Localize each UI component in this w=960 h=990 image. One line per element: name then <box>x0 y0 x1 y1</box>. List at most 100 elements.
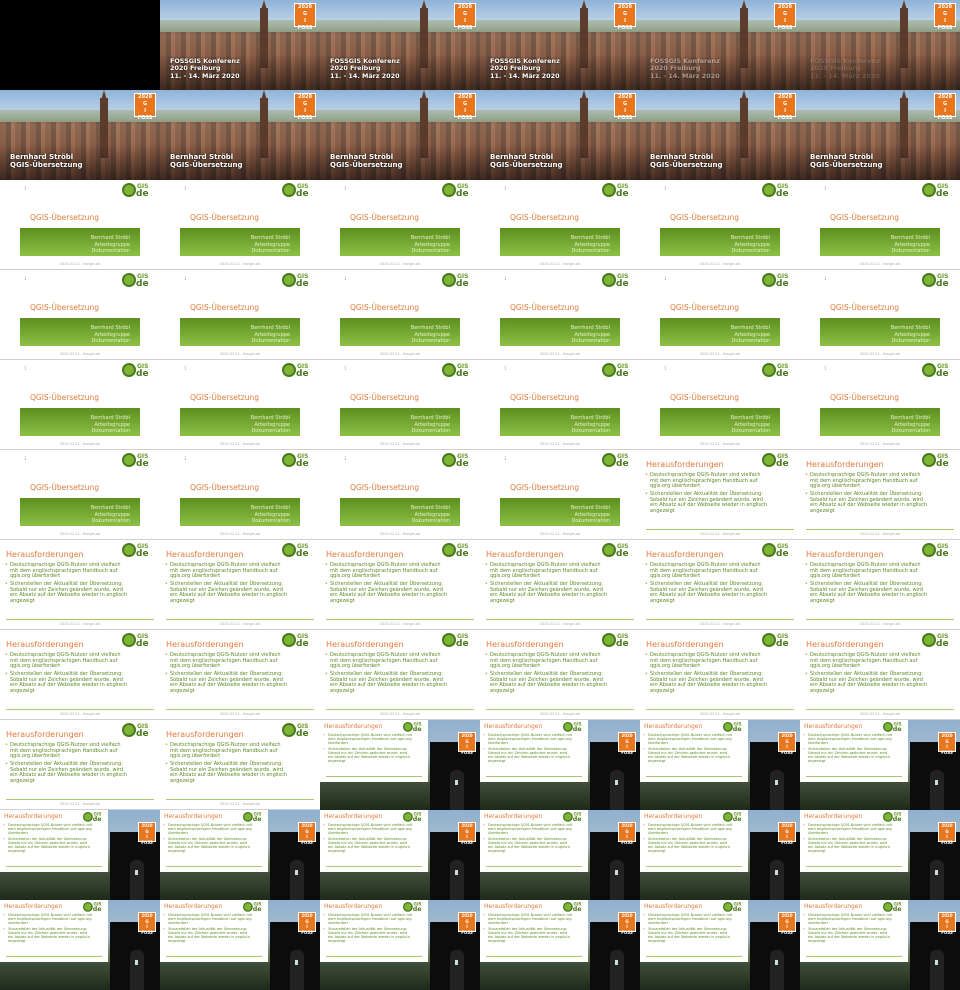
title-band-line: Dokumentation <box>91 338 130 344</box>
video-frame-thumbnail[interactable]: 1 GIS de QGIS-Übersetzung Bernhard Ströbl Arb… <box>800 360 960 450</box>
title-band: Bernhard Ströbl Arbeitsgruppe Dokumentatio… <box>180 498 300 526</box>
fossgis-logo-icon: 2020 G I FOSS <box>458 912 476 935</box>
video-frame-thumbnail[interactable]: 1 GIS de QGIS-Übersetzung Bernhard Ströbl Arb… <box>160 450 320 540</box>
video-frame-thumbnail[interactable]: 2020 G I FOSS FOSSGIS Konferenz 2020 Freiburg… <box>160 0 320 90</box>
logo-de-text: de <box>136 459 149 469</box>
video-frame-thumbnail[interactable]: HerausforderungenGISdeDeutschsprachige Q… <box>320 900 480 990</box>
video-frame-thumbnail[interactable]: HerausforderungenGISdeDeutschsprachige Q… <box>480 900 640 990</box>
video-frame-thumbnail[interactable]: HerausforderungenGISdeDeutschsprachige Q… <box>640 450 800 540</box>
video-frame-thumbnail[interactable]: 1 GIS de QGIS-Übersetzung Bernhard Ströbl Arb… <box>0 450 160 540</box>
slide-divider <box>646 529 794 530</box>
video-frame-thumbnail[interactable]: 1 GIS de QGIS-Übersetzung Bernhard Ströbl Arb… <box>0 360 160 450</box>
video-frame-thumbnail[interactable]: 1 GIS de QGIS-Übersetzung Bernhard Ströbl Arb… <box>800 270 960 360</box>
qgis-de-logo-icon: GIS de <box>282 363 312 381</box>
video-frame-thumbnail[interactable]: HerausforderungenGISdeDeutschsprachige Q… <box>160 630 320 720</box>
qgis-q-icon <box>922 633 936 647</box>
speaker-figure <box>770 770 784 810</box>
video-thumbnail-grid: 2020 G I FOSS FOSSGIS Konferenz 2020 Freiburg… <box>0 0 960 990</box>
video-frame-thumbnail[interactable]: 2020 G I FOSS FOSSGIS Konferenz 2020 Freiburg… <box>480 0 640 90</box>
video-frame-thumbnail[interactable]: 2020 G I FOSS FOSSGIS Konferenz 2020 Freiburg… <box>320 0 480 90</box>
video-frame-thumbnail[interactable]: 1 GIS de QGIS-Übersetzung Bernhard Ströbl Arb… <box>800 180 960 270</box>
video-frame-thumbnail[interactable]: HerausforderungenGISdeDeutschsprachige Q… <box>0 900 160 990</box>
fossgis-logo-icon: 2020 G I FOSS <box>934 93 956 121</box>
speaker-figure <box>610 770 624 810</box>
video-frame-thumbnail[interactable]: HerausforderungenGISdeDeutschsprachige Q… <box>480 540 640 630</box>
slide-title: QGIS-Übersetzung <box>190 213 260 222</box>
video-frame-thumbnail[interactable]: HerausforderungenGISdeDeutschsprachige Q… <box>800 720 960 810</box>
title-band-line: Bernhard Ströbl <box>250 325 290 331</box>
video-frame-thumbnail[interactable]: HerausforderungenGISdeDeutschsprachige Q… <box>640 540 800 630</box>
video-frame-thumbnail[interactable]: HerausforderungenGISdeDeutschsprachige Q… <box>160 810 320 900</box>
qgis-q-icon <box>122 723 136 737</box>
video-frame-thumbnail[interactable]: 1 GIS de QGIS-Übersetzung Bernhard Ströbl Arb… <box>320 360 480 450</box>
video-frame-thumbnail[interactable]: 1 GIS de QGIS-Übersetzung Bernhard Ströbl Arb… <box>640 360 800 450</box>
video-frame-thumbnail[interactable]: HerausforderungenGISdeDeutschsprachige Q… <box>480 810 640 900</box>
video-frame-thumbnail[interactable]: 2020 G I FOSS Bernhard Ströbl QGIS-Übersetzun… <box>640 90 800 180</box>
logo-de-text: de <box>732 816 742 824</box>
name-badge <box>775 870 778 875</box>
video-frame-thumbnail[interactable]: HerausforderungenGISdeDeutschsprachige Q… <box>800 450 960 540</box>
video-frame-thumbnail[interactable]: 2020 G I FOSS Bernhard Ströbl QGIS-Übersetzun… <box>0 90 160 180</box>
video-frame-thumbnail[interactable]: HerausforderungenGISdeDeutschsprachige Q… <box>800 810 960 900</box>
audience-area <box>0 962 110 990</box>
video-frame-thumbnail[interactable]: 2020 G I FOSS Bernhard Ströbl QGIS-Übersetzun… <box>800 90 960 180</box>
video-frame-thumbnail[interactable]: 1 GIS de QGIS-Übersetzung Bernhard Ströbl Arb… <box>160 360 320 450</box>
slide-divider <box>6 799 154 800</box>
video-frame-thumbnail[interactable]: HerausforderungenGISdeDeutschsprachige Q… <box>320 810 480 900</box>
qgis-de-logo-icon: GIS de <box>282 273 312 291</box>
video-frame-thumbnail[interactable]: HerausforderungenGISdeDeutschsprachige Q… <box>640 720 800 810</box>
logo-de-text: de <box>136 189 149 199</box>
qgis-de-logo-icon: GIS de <box>122 273 152 291</box>
video-frame-thumbnail[interactable]: HerausforderungenGISdeDeutschsprachige Q… <box>0 630 160 720</box>
video-frame-thumbnail[interactable]: HerausforderungenGISdeDeutschsprachige Q… <box>800 900 960 990</box>
video-frame-thumbnail[interactable]: 2020 G I FOSS FOSSGIS Konferenz 2020 Freiburg… <box>640 0 800 90</box>
video-frame-thumbnail[interactable]: HerausforderungenGISdeDeutschsprachige Q… <box>800 630 960 720</box>
video-frame-thumbnail[interactable]: HerausforderungenGISdeDeutschsprachige Q… <box>320 540 480 630</box>
video-frame-thumbnail[interactable]: 1 GIS de QGIS-Übersetzung Bernhard Ströbl Arb… <box>320 450 480 540</box>
video-frame-thumbnail[interactable]: 2020 G I FOSS Bernhard Ströbl QGIS-Übersetzun… <box>480 90 640 180</box>
slide-number: 1 <box>824 366 827 371</box>
video-frame-thumbnail[interactable]: HerausforderungenGISdeDeutschsprachige Q… <box>320 720 480 810</box>
speaker-figure <box>610 950 624 990</box>
video-frame-thumbnail[interactable]: HerausforderungenGISdeDeutschsprachige Q… <box>160 540 320 630</box>
video-frame-thumbnail[interactable]: 2020 G I FOSS FOSSGIS Konferenz 2020 Freiburg… <box>800 0 960 90</box>
video-frame-thumbnail[interactable]: 2020 G I FOSS Bernhard Ströbl QGIS-Übersetzun… <box>320 90 480 180</box>
video-frame-thumbnail[interactable]: HerausforderungenGISdeDeutschsprachige Q… <box>800 540 960 630</box>
speaker-figure <box>770 860 784 900</box>
video-frame-thumbnail[interactable]: 1 GIS de QGIS-Übersetzung Bernhard Ströbl Arb… <box>160 180 320 270</box>
video-frame-thumbnail[interactable]: 1 GIS de QGIS-Übersetzung Bernhard Ströbl Arb… <box>0 270 160 360</box>
video-frame-thumbnail[interactable]: 1 GIS de QGIS-Übersetzung Bernhard Ströbl Arb… <box>480 450 640 540</box>
video-frame-thumbnail[interactable]: 1 GIS de QGIS-Übersetzung Bernhard Ströbl Arb… <box>160 270 320 360</box>
title-band-line: Bernhard Ströbl <box>890 235 930 241</box>
video-frame-thumbnail[interactable]: 1 GIS de QGIS-Übersetzung Bernhard Ströbl Arb… <box>640 180 800 270</box>
video-frame-thumbnail[interactable]: HerausforderungenGISdeDeutschsprachige Q… <box>480 720 640 810</box>
video-frame-thumbnail[interactable]: 1 GIS de QGIS-Übersetzung Bernhard Ströbl Arb… <box>480 270 640 360</box>
title-band: Bernhard Ströbl Arbeitsgruppe Dokumentatio… <box>180 228 300 256</box>
video-frame-thumbnail[interactable]: 1 GIS de QGIS-Übersetzung Bernhard Ströbl Arb… <box>0 180 160 270</box>
video-frame-thumbnail[interactable]: 1 GIS de QGIS-Übersetzung Bernhard Ströbl Arb… <box>320 180 480 270</box>
bullet-text: Sicherstellen der Aktualität der Überset… <box>165 671 290 694</box>
video-frame-thumbnail[interactable]: HerausforderungenGISdeDeutschsprachige Q… <box>640 810 800 900</box>
title-band: Bernhard Ströbl Arbeitsgruppe Dokumentatio… <box>20 318 140 346</box>
video-frame-thumbnail[interactable]: 1 GIS de QGIS-Übersetzung Bernhard Ströbl Arb… <box>480 360 640 450</box>
bullet-text: Sicherstellen der Aktualität der Überset… <box>485 581 610 604</box>
slide-heading: Herausforderungen <box>806 640 884 649</box>
video-frame-thumbnail[interactable]: HerausforderungenGISdeDeutschsprachige Q… <box>0 720 160 810</box>
video-frame-thumbnail[interactable]: 1 GIS de QGIS-Übersetzung Bernhard Ströbl Arb… <box>640 270 800 360</box>
qgis-de-logo-icon: GIS de <box>762 273 792 291</box>
video-frame-thumbnail[interactable]: 1 GIS de QGIS-Übersetzung Bernhard Ströbl Arb… <box>480 180 640 270</box>
video-frame-thumbnail[interactable]: HerausforderungenGISdeDeutschsprachige Q… <box>640 900 800 990</box>
video-frame-thumbnail[interactable]: HerausforderungenGISdeDeutschsprachige Q… <box>0 810 160 900</box>
video-frame-thumbnail[interactable]: HerausforderungenGISdeDeutschsprachige Q… <box>640 630 800 720</box>
video-frame-thumbnail[interactable]: HerausforderungenGISdeDeutschsprachige Q… <box>0 540 160 630</box>
video-frame-thumbnail[interactable]: HerausforderungenGISdeDeutschsprachige Q… <box>480 630 640 720</box>
qgis-de-logo-icon: GIS de <box>922 273 952 291</box>
minster-spire-shape <box>420 0 428 14</box>
video-frame-thumbnail[interactable]: HerausforderungenGISdeDeutschsprachige Q… <box>320 630 480 720</box>
video-frame-thumbnail[interactable]: HerausforderungenGISdeDeutschsprachige Q… <box>160 900 320 990</box>
slide-footer: 2020-03-12 - fossgis.de <box>859 352 901 356</box>
video-frame-thumbnail[interactable]: HerausforderungenGISdeDeutschsprachige Q… <box>160 720 320 810</box>
qgis-q-icon <box>602 633 616 647</box>
video-frame-thumbnail[interactable]: 2020 G I FOSS Bernhard Ströbl QGIS-Übersetzun… <box>160 90 320 180</box>
video-frame-thumbnail[interactable]: 1 GIS de QGIS-Übersetzung Bernhard Ströbl Arb… <box>320 270 480 360</box>
